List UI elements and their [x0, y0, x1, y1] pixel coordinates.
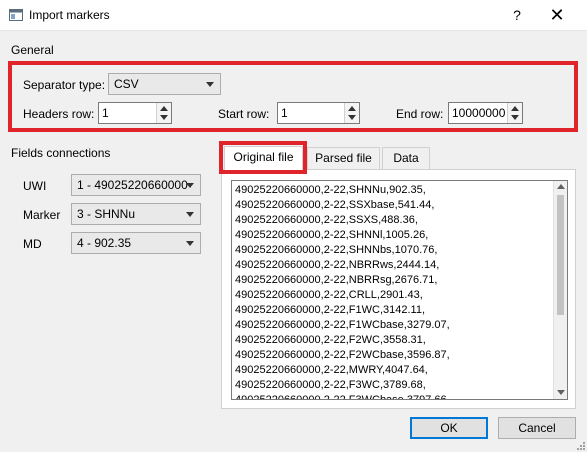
marker-label: Marker [23, 208, 61, 222]
original-file-textbox[interactable]: 49025220660000,2-22,SHNNu,902.35, 4902522… [231, 180, 568, 400]
file-line: 49025220660000,2-22,F1WCbase,3279.07, [235, 319, 450, 331]
end-row-label: End row: [396, 107, 444, 121]
ok-button[interactable]: OK [410, 417, 488, 439]
uwi-value: 1 - 49025220660000 [77, 178, 188, 192]
marker-value: 3 - SHNNu [77, 207, 136, 221]
spin-up-icon[interactable] [160, 106, 168, 111]
tab-pane-original-file: 49025220660000,2-22,SHNNu,902.35, 4902522… [221, 169, 576, 409]
spin-buttons[interactable] [507, 103, 522, 123]
start-row-label: Start row: [218, 107, 270, 121]
marker-select[interactable]: 3 - SHNNu [71, 203, 201, 225]
fields-group-label: Fields connections [11, 146, 111, 160]
file-line: 49025220660000,2-22,SHNNl,1005.26, [235, 229, 429, 241]
spin-down-icon[interactable] [511, 115, 519, 120]
separator-type-label: Separator type: [23, 78, 106, 92]
file-line: 49025220660000,2-22,SSXbase,541.44, [235, 199, 435, 211]
chevron-down-icon [186, 241, 194, 246]
file-line: 49025220660000,2-22,CRLL,2901.43, [235, 289, 423, 301]
tab-original-file[interactable]: Original file [224, 146, 303, 170]
file-line: 49025220660000,2-22,NBRRsg,2676.71, [235, 274, 438, 286]
spin-buttons[interactable] [156, 103, 171, 123]
spin-down-icon[interactable] [348, 115, 356, 120]
file-line: 49025220660000,2-22,F3WC,3789.68, [235, 379, 426, 391]
start-row-spinbox[interactable]: 1 [277, 102, 360, 124]
file-line: 49025220660000,2-22,F1WC,3142.11, [235, 304, 425, 316]
chevron-down-icon [186, 212, 194, 217]
tab-data[interactable]: Data [382, 147, 430, 169]
chevron-down-icon [206, 82, 214, 87]
file-line: 49025220660000,2-22,NBRRws,2444.14, [235, 259, 440, 271]
scroll-up-icon[interactable] [557, 184, 565, 189]
spin-up-icon[interactable] [511, 106, 519, 111]
md-value: 4 - 902.35 [77, 236, 132, 250]
file-line: 49025220660000,2-22,SHNNbs,1070.76, [235, 244, 438, 256]
uwi-label: UWI [23, 179, 47, 193]
window-title: Import markers [29, 8, 110, 22]
end-row-spinbox[interactable]: 10000000 [448, 102, 523, 124]
general-group-label: General [11, 43, 54, 57]
headers-row-value: 1 [102, 106, 109, 120]
file-line: 49025220660000,2-22,SSXS,488.36, [235, 214, 418, 226]
scrollbar-thumb[interactable] [557, 195, 564, 315]
file-line: 49025220660000,2-22,F2WCbase,3596.87, [235, 349, 450, 361]
file-line: 49025220660000,2-22,SHNNu,902.35, [235, 184, 426, 196]
file-content: 49025220660000,2-22,SHNNu,902.35, 4902522… [235, 183, 553, 400]
scroll-down-icon[interactable] [557, 390, 565, 395]
file-line: 49025220660000,2-22,F2WC,3558.31, [235, 334, 426, 346]
vertical-scrollbar[interactable] [553, 181, 567, 399]
file-line: 49025220660000,2-22,F3WCbase,3797.66, [235, 394, 450, 400]
cancel-button[interactable]: Cancel [498, 417, 576, 439]
end-row-value: 10000000 [452, 106, 506, 120]
file-line: 49025220660000,2-22,MWRY,4047.64, [235, 364, 428, 376]
chevron-down-icon [186, 183, 194, 188]
md-label: MD [23, 237, 42, 251]
headers-row-label: Headers row: [23, 107, 95, 121]
tab-parsed-file[interactable]: Parsed file [307, 147, 380, 169]
spin-buttons[interactable] [344, 103, 359, 123]
uwi-select[interactable]: 1 - 49025220660000 [71, 174, 201, 196]
separator-type-value: CSV [114, 77, 139, 91]
close-button[interactable]: ✕ [544, 5, 570, 25]
resize-grip-icon[interactable] [575, 440, 585, 450]
separator-type-select[interactable]: CSV [108, 73, 221, 95]
start-row-value: 1 [281, 106, 288, 120]
help-button[interactable]: ? [506, 5, 528, 25]
spin-up-icon[interactable] [348, 106, 356, 111]
headers-row-spinbox[interactable]: 1 [98, 102, 172, 124]
title-bar: Import markers ? ✕ [0, 0, 587, 31]
md-select[interactable]: 4 - 902.35 [71, 232, 201, 254]
spin-down-icon[interactable] [160, 115, 168, 120]
window-icon [9, 9, 23, 21]
